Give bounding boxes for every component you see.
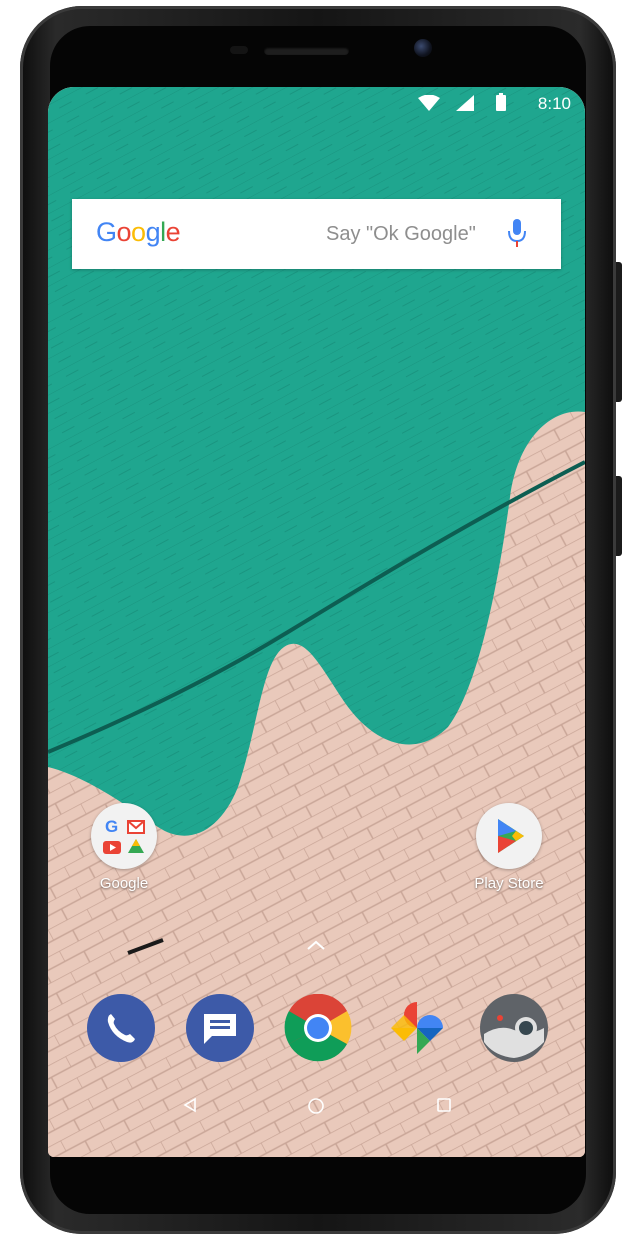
cell-signal-icon <box>456 95 474 111</box>
volume-button <box>616 262 622 402</box>
app-label: Play Store <box>474 875 544 892</box>
play-store-icon <box>476 803 542 869</box>
app-drawer-chevron-icon[interactable] <box>307 940 325 950</box>
photos-icon[interactable] <box>383 994 451 1062</box>
svg-text:G: G <box>105 817 118 836</box>
battery-icon <box>496 93 506 111</box>
earpiece-speaker <box>264 47 349 55</box>
app-label: Google <box>99 875 149 892</box>
home-icon[interactable] <box>307 1097 325 1115</box>
google-search-bar[interactable]: Google Say "Ok Google" <box>72 199 561 269</box>
messages-icon[interactable] <box>186 994 254 1062</box>
google-folder-icon: G <box>91 803 157 869</box>
search-hint: Say "Ok Google" <box>326 223 476 245</box>
power-button <box>616 476 622 556</box>
back-icon[interactable] <box>182 1097 198 1113</box>
chrome-icon[interactable] <box>284 993 352 1062</box>
proximity-sensor <box>230 46 248 54</box>
google-logo: Google <box>96 217 181 247</box>
status-time: 8:10 <box>537 94 571 113</box>
phone-icon[interactable] <box>87 994 155 1062</box>
mic-icon[interactable] <box>508 219 526 249</box>
play-store-app[interactable]: Play Store <box>466 803 552 892</box>
wifi-icon <box>418 95 440 111</box>
front-camera <box>414 39 432 57</box>
camera-icon[interactable] <box>480 994 548 1062</box>
home-screen: 8:10 Google Say "Ok Google" G Google Pla… <box>48 87 585 1157</box>
recents-icon[interactable] <box>436 1097 452 1113</box>
google-folder[interactable]: G Google <box>81 803 167 892</box>
status-bar: 8:10 <box>48 87 585 119</box>
